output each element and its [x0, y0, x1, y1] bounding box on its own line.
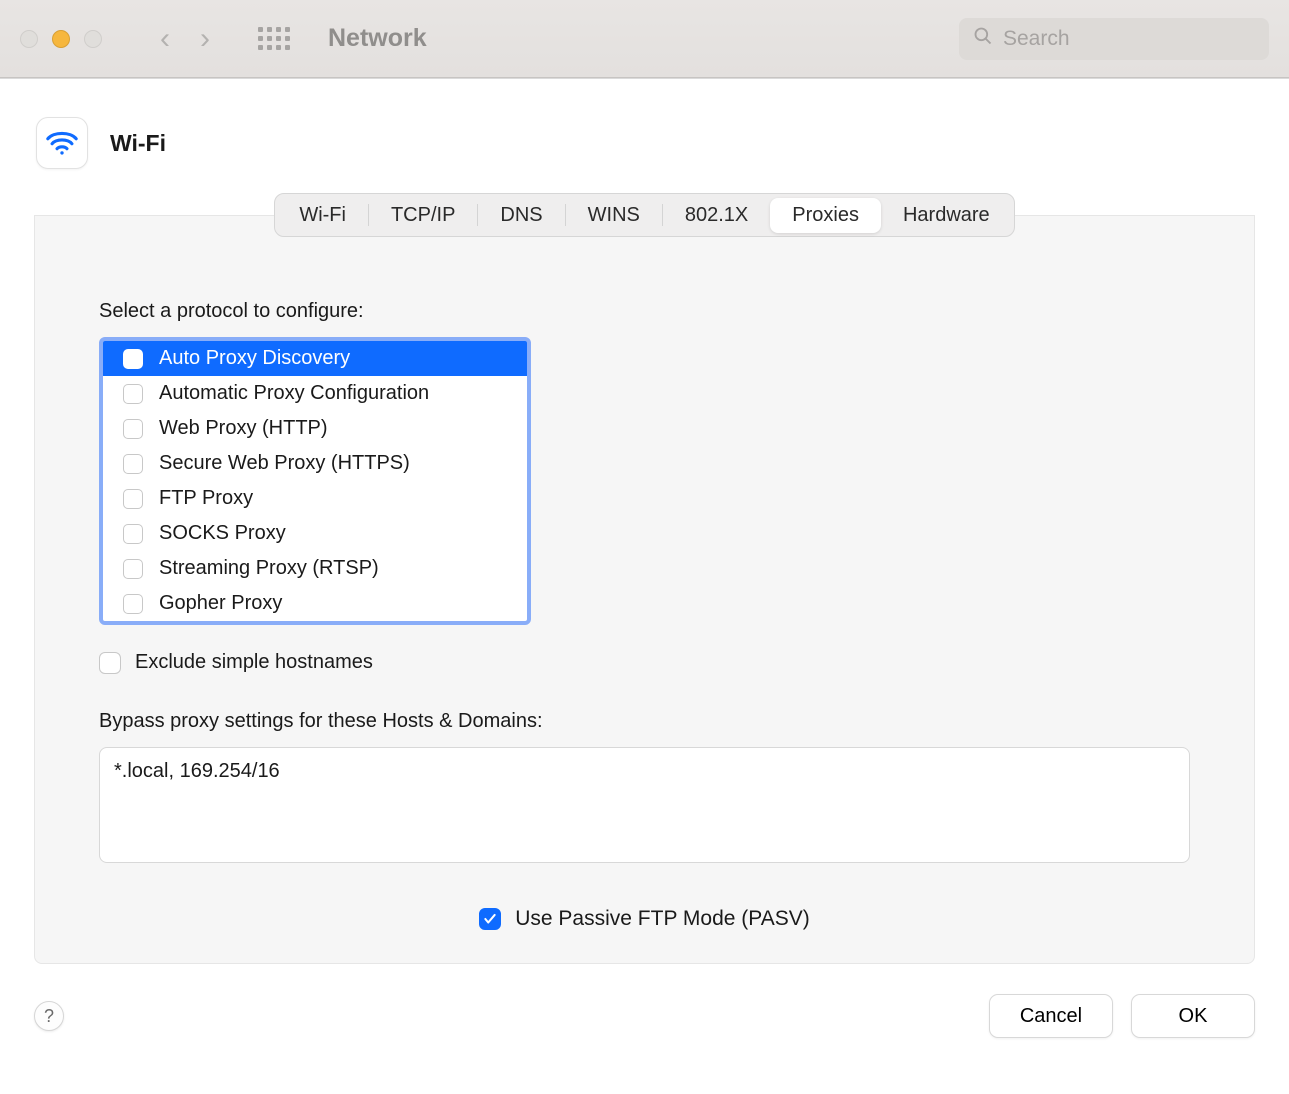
protocol-row-auto-config[interactable]: Automatic Proxy Configuration	[103, 376, 527, 411]
exclude-simple-label: Exclude simple hostnames	[135, 651, 373, 674]
tab-proxies[interactable]: Proxies	[770, 198, 881, 233]
tab-wifi[interactable]: Wi-Fi	[277, 198, 368, 233]
back-button[interactable]: ‹	[160, 22, 170, 56]
minimize-icon[interactable]	[52, 30, 70, 48]
cancel-button[interactable]: Cancel	[989, 994, 1113, 1038]
protocol-label: SOCKS Proxy	[159, 522, 286, 545]
window-titlebar: ‹ › Network Search	[0, 0, 1289, 78]
bypass-label: Bypass proxy settings for these Hosts & …	[99, 710, 1190, 733]
wifi-icon	[36, 117, 88, 169]
protocol-checkbox[interactable]	[123, 559, 143, 579]
protocol-row-http[interactable]: Web Proxy (HTTP)	[103, 411, 527, 446]
protocol-checkbox[interactable]	[123, 454, 143, 474]
passive-ftp-row[interactable]: Use Passive FTP Mode (PASV)	[99, 907, 1190, 931]
tab-dns[interactable]: DNS	[478, 198, 564, 233]
bypass-textarea[interactable]	[99, 747, 1190, 863]
proxies-panel: Select a protocol to configure: Auto Pro…	[34, 215, 1255, 964]
ok-button[interactable]: OK	[1131, 994, 1255, 1038]
window-controls	[20, 30, 102, 48]
protocol-row-rtsp[interactable]: Streaming Proxy (RTSP)	[103, 551, 527, 586]
exclude-simple-row[interactable]: Exclude simple hostnames	[99, 651, 1190, 674]
protocol-checkbox[interactable]	[123, 419, 143, 439]
tab-hardware[interactable]: Hardware	[881, 198, 1012, 233]
passive-ftp-label: Use Passive FTP Mode (PASV)	[515, 907, 809, 931]
sheet-footer: ? Cancel OK	[0, 978, 1289, 1038]
tabbar-inner: Wi-Fi TCP/IP DNS WINS 802.1X Proxies Har…	[274, 193, 1014, 237]
exclude-simple-checkbox[interactable]	[99, 652, 121, 674]
protocol-label: Gopher Proxy	[159, 592, 282, 615]
protocol-checkbox[interactable]	[123, 489, 143, 509]
protocol-label: Web Proxy (HTTP)	[159, 417, 328, 440]
nav-arrows: ‹ ›	[160, 22, 210, 56]
select-protocol-label: Select a protocol to configure:	[99, 300, 1190, 323]
protocol-label: Automatic Proxy Configuration	[159, 382, 429, 405]
zoom-icon[interactable]	[84, 30, 102, 48]
show-all-icon[interactable]	[258, 27, 290, 50]
panel-header: Wi-Fi	[0, 117, 1289, 193]
protocol-checkbox[interactable]	[123, 384, 143, 404]
panel-title: Wi-Fi	[110, 130, 166, 157]
protocol-row-https[interactable]: Secure Web Proxy (HTTPS)	[103, 446, 527, 481]
protocol-row-auto-discovery[interactable]: Auto Proxy Discovery	[103, 341, 527, 376]
protocol-row-ftp[interactable]: FTP Proxy	[103, 481, 527, 516]
protocol-label: Auto Proxy Discovery	[159, 347, 350, 370]
protocol-list[interactable]: Auto Proxy Discovery Automatic Proxy Con…	[99, 337, 531, 625]
protocol-label: FTP Proxy	[159, 487, 253, 510]
protocol-row-socks[interactable]: SOCKS Proxy	[103, 516, 527, 551]
protocol-checkbox[interactable]	[123, 524, 143, 544]
forward-button[interactable]: ›	[200, 22, 210, 56]
search-input[interactable]: Search	[959, 18, 1269, 60]
close-icon[interactable]	[20, 30, 38, 48]
tab-wins[interactable]: WINS	[566, 198, 662, 233]
passive-ftp-checkbox[interactable]	[479, 908, 501, 930]
help-button[interactable]: ?	[34, 1001, 64, 1031]
search-icon	[973, 26, 993, 52]
protocol-label: Streaming Proxy (RTSP)	[159, 557, 379, 580]
tab-8021x[interactable]: 802.1X	[663, 198, 770, 233]
tab-tcpip[interactable]: TCP/IP	[369, 198, 477, 233]
protocol-label: Secure Web Proxy (HTTPS)	[159, 452, 410, 475]
protocol-checkbox[interactable]	[123, 594, 143, 614]
protocol-row-gopher[interactable]: Gopher Proxy	[103, 586, 527, 621]
window-title: Network	[328, 24, 427, 53]
search-placeholder: Search	[1003, 27, 1070, 51]
preferences-sheet: Wi-Fi Wi-Fi TCP/IP DNS WINS 802.1X Proxi…	[0, 78, 1289, 1094]
protocol-checkbox[interactable]	[123, 349, 143, 369]
